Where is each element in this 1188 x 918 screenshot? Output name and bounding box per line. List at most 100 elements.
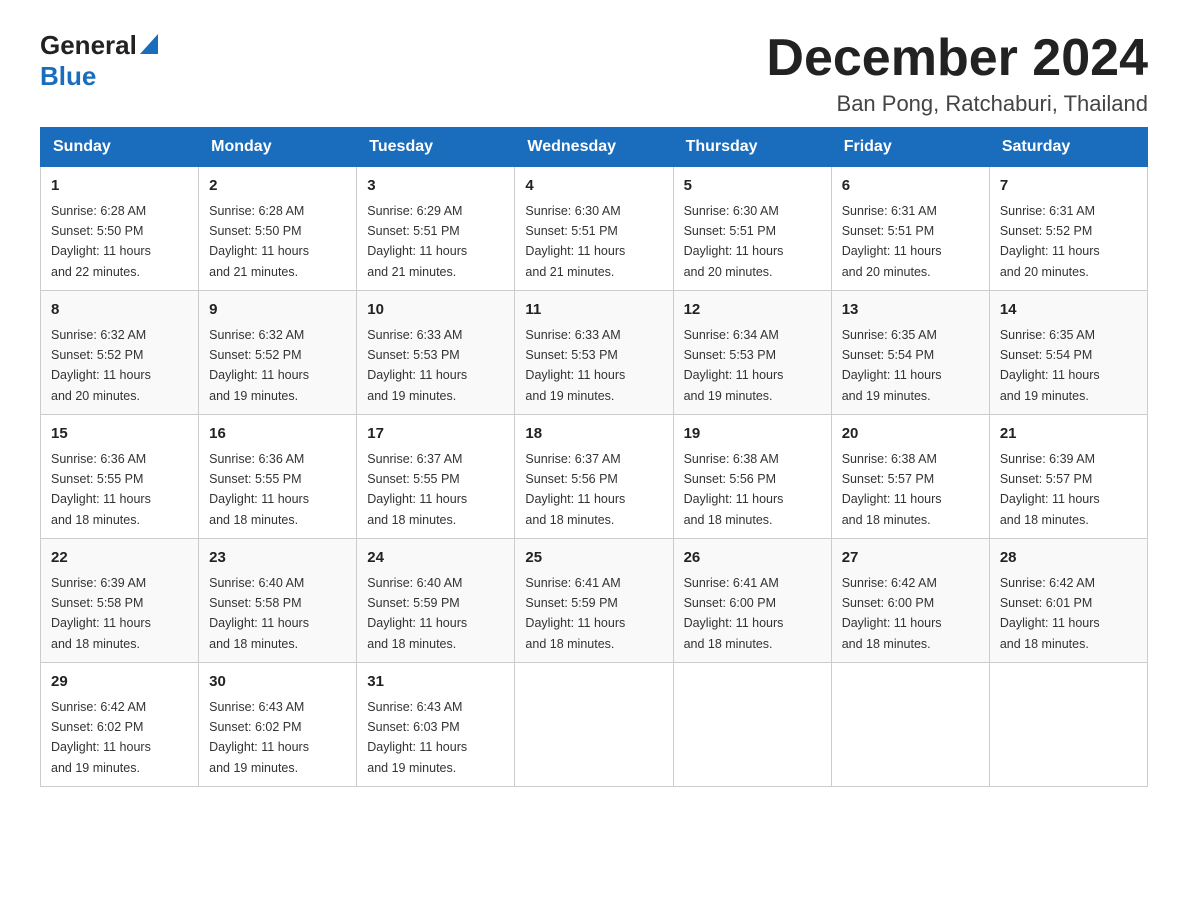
calendar-cell: 5 Sunrise: 6:30 AMSunset: 5:51 PMDayligh… (673, 167, 831, 291)
calendar-cell: 24 Sunrise: 6:40 AMSunset: 5:59 PMDaylig… (357, 539, 515, 663)
day-number: 19 (684, 423, 821, 446)
calendar-cell: 20 Sunrise: 6:38 AMSunset: 5:57 PMDaylig… (831, 415, 989, 539)
month-year-title: December 2024 (766, 30, 1148, 87)
day-number: 20 (842, 423, 979, 446)
calendar-cell: 26 Sunrise: 6:41 AMSunset: 6:00 PMDaylig… (673, 539, 831, 663)
calendar-cell: 6 Sunrise: 6:31 AMSunset: 5:51 PMDayligh… (831, 167, 989, 291)
calendar-cell (989, 663, 1147, 787)
calendar-cell: 31 Sunrise: 6:43 AMSunset: 6:03 PMDaylig… (357, 663, 515, 787)
calendar-cell: 30 Sunrise: 6:43 AMSunset: 6:02 PMDaylig… (199, 663, 357, 787)
day-info: Sunrise: 6:35 AMSunset: 5:54 PMDaylight:… (842, 328, 942, 403)
day-info: Sunrise: 6:43 AMSunset: 6:03 PMDaylight:… (367, 700, 467, 775)
calendar-cell: 22 Sunrise: 6:39 AMSunset: 5:58 PMDaylig… (41, 539, 199, 663)
day-number: 8 (51, 299, 188, 322)
day-number: 17 (367, 423, 504, 446)
day-info: Sunrise: 6:35 AMSunset: 5:54 PMDaylight:… (1000, 328, 1100, 403)
logo: General Blue (40, 30, 158, 92)
calendar-cell: 25 Sunrise: 6:41 AMSunset: 5:59 PMDaylig… (515, 539, 673, 663)
calendar-cell: 15 Sunrise: 6:36 AMSunset: 5:55 PMDaylig… (41, 415, 199, 539)
calendar-table: SundayMondayTuesdayWednesdayThursdayFrid… (40, 127, 1148, 787)
day-number: 7 (1000, 175, 1137, 198)
day-info: Sunrise: 6:31 AMSunset: 5:52 PMDaylight:… (1000, 204, 1100, 279)
calendar-cell: 28 Sunrise: 6:42 AMSunset: 6:01 PMDaylig… (989, 539, 1147, 663)
day-number: 13 (842, 299, 979, 322)
calendar-week-row: 29 Sunrise: 6:42 AMSunset: 6:02 PMDaylig… (41, 663, 1148, 787)
logo-general: General (40, 30, 137, 61)
page-header: General Blue December 2024 Ban Pong, Rat… (40, 30, 1148, 117)
day-number: 9 (209, 299, 346, 322)
calendar-cell: 19 Sunrise: 6:38 AMSunset: 5:56 PMDaylig… (673, 415, 831, 539)
day-info: Sunrise: 6:41 AMSunset: 6:00 PMDaylight:… (684, 576, 784, 651)
calendar-week-row: 8 Sunrise: 6:32 AMSunset: 5:52 PMDayligh… (41, 291, 1148, 415)
day-number: 14 (1000, 299, 1137, 322)
location-title: Ban Pong, Ratchaburi, Thailand (766, 91, 1148, 117)
day-info: Sunrise: 6:39 AMSunset: 5:58 PMDaylight:… (51, 576, 151, 651)
calendar-cell: 21 Sunrise: 6:39 AMSunset: 5:57 PMDaylig… (989, 415, 1147, 539)
day-number: 28 (1000, 547, 1137, 570)
calendar-cell: 12 Sunrise: 6:34 AMSunset: 5:53 PMDaylig… (673, 291, 831, 415)
day-info: Sunrise: 6:30 AMSunset: 5:51 PMDaylight:… (525, 204, 625, 279)
calendar-cell: 9 Sunrise: 6:32 AMSunset: 5:52 PMDayligh… (199, 291, 357, 415)
day-number: 2 (209, 175, 346, 198)
day-number: 21 (1000, 423, 1137, 446)
day-info: Sunrise: 6:32 AMSunset: 5:52 PMDaylight:… (51, 328, 151, 403)
day-number: 29 (51, 671, 188, 694)
day-number: 3 (367, 175, 504, 198)
day-number: 23 (209, 547, 346, 570)
weekday-header-tuesday: Tuesday (357, 128, 515, 167)
day-number: 18 (525, 423, 662, 446)
logo-blue: Blue (40, 61, 96, 91)
calendar-week-row: 15 Sunrise: 6:36 AMSunset: 5:55 PMDaylig… (41, 415, 1148, 539)
day-info: Sunrise: 6:29 AMSunset: 5:51 PMDaylight:… (367, 204, 467, 279)
weekday-header-saturday: Saturday (989, 128, 1147, 167)
calendar-cell: 14 Sunrise: 6:35 AMSunset: 5:54 PMDaylig… (989, 291, 1147, 415)
calendar-cell: 10 Sunrise: 6:33 AMSunset: 5:53 PMDaylig… (357, 291, 515, 415)
day-info: Sunrise: 6:34 AMSunset: 5:53 PMDaylight:… (684, 328, 784, 403)
day-info: Sunrise: 6:42 AMSunset: 6:02 PMDaylight:… (51, 700, 151, 775)
day-number: 15 (51, 423, 188, 446)
day-info: Sunrise: 6:33 AMSunset: 5:53 PMDaylight:… (525, 328, 625, 403)
day-number: 31 (367, 671, 504, 694)
day-number: 24 (367, 547, 504, 570)
calendar-cell: 11 Sunrise: 6:33 AMSunset: 5:53 PMDaylig… (515, 291, 673, 415)
day-info: Sunrise: 6:38 AMSunset: 5:56 PMDaylight:… (684, 452, 784, 527)
day-info: Sunrise: 6:32 AMSunset: 5:52 PMDaylight:… (209, 328, 309, 403)
day-number: 4 (525, 175, 662, 198)
day-number: 5 (684, 175, 821, 198)
day-info: Sunrise: 6:36 AMSunset: 5:55 PMDaylight:… (51, 452, 151, 527)
day-number: 6 (842, 175, 979, 198)
day-info: Sunrise: 6:37 AMSunset: 5:55 PMDaylight:… (367, 452, 467, 527)
day-info: Sunrise: 6:42 AMSunset: 6:01 PMDaylight:… (1000, 576, 1100, 651)
day-number: 25 (525, 547, 662, 570)
day-number: 27 (842, 547, 979, 570)
day-number: 26 (684, 547, 821, 570)
calendar-cell: 23 Sunrise: 6:40 AMSunset: 5:58 PMDaylig… (199, 539, 357, 663)
day-info: Sunrise: 6:38 AMSunset: 5:57 PMDaylight:… (842, 452, 942, 527)
weekday-header-monday: Monday (199, 128, 357, 167)
weekday-header-friday: Friday (831, 128, 989, 167)
calendar-cell: 17 Sunrise: 6:37 AMSunset: 5:55 PMDaylig… (357, 415, 515, 539)
calendar-cell: 18 Sunrise: 6:37 AMSunset: 5:56 PMDaylig… (515, 415, 673, 539)
calendar-cell: 3 Sunrise: 6:29 AMSunset: 5:51 PMDayligh… (357, 167, 515, 291)
calendar-week-row: 1 Sunrise: 6:28 AMSunset: 5:50 PMDayligh… (41, 167, 1148, 291)
logo-triangle-icon (140, 34, 158, 59)
day-info: Sunrise: 6:36 AMSunset: 5:55 PMDaylight:… (209, 452, 309, 527)
day-info: Sunrise: 6:31 AMSunset: 5:51 PMDaylight:… (842, 204, 942, 279)
day-info: Sunrise: 6:28 AMSunset: 5:50 PMDaylight:… (51, 204, 151, 279)
calendar-cell: 8 Sunrise: 6:32 AMSunset: 5:52 PMDayligh… (41, 291, 199, 415)
calendar-cell: 13 Sunrise: 6:35 AMSunset: 5:54 PMDaylig… (831, 291, 989, 415)
calendar-cell: 4 Sunrise: 6:30 AMSunset: 5:51 PMDayligh… (515, 167, 673, 291)
calendar-cell: 2 Sunrise: 6:28 AMSunset: 5:50 PMDayligh… (199, 167, 357, 291)
day-number: 1 (51, 175, 188, 198)
day-info: Sunrise: 6:39 AMSunset: 5:57 PMDaylight:… (1000, 452, 1100, 527)
day-info: Sunrise: 6:40 AMSunset: 5:58 PMDaylight:… (209, 576, 309, 651)
day-number: 16 (209, 423, 346, 446)
day-info: Sunrise: 6:41 AMSunset: 5:59 PMDaylight:… (525, 576, 625, 651)
day-number: 11 (525, 299, 662, 322)
weekday-header-thursday: Thursday (673, 128, 831, 167)
day-info: Sunrise: 6:43 AMSunset: 6:02 PMDaylight:… (209, 700, 309, 775)
day-info: Sunrise: 6:33 AMSunset: 5:53 PMDaylight:… (367, 328, 467, 403)
calendar-cell (831, 663, 989, 787)
day-info: Sunrise: 6:30 AMSunset: 5:51 PMDaylight:… (684, 204, 784, 279)
day-number: 12 (684, 299, 821, 322)
